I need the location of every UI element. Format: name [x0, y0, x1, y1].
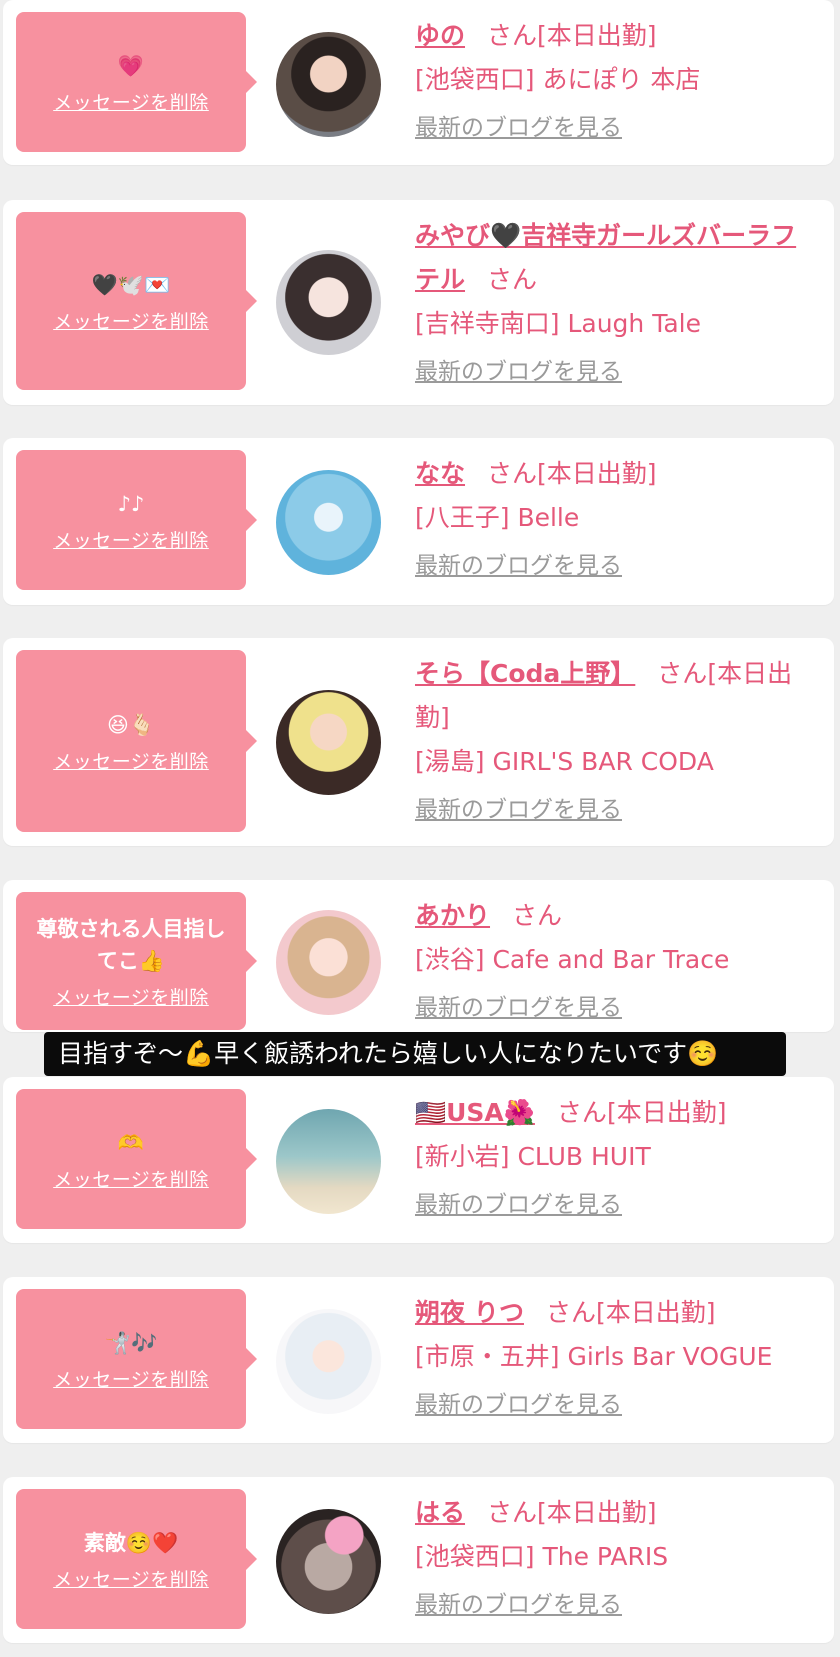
- avatar[interactable]: [276, 32, 381, 137]
- honorific: さん: [545, 1298, 596, 1327]
- delete-message-link[interactable]: メッセージを削除: [53, 747, 209, 774]
- store-label: [八王子] Belle: [415, 503, 580, 532]
- cast-name-link[interactable]: そら【Coda上野】: [415, 659, 635, 688]
- delete-message-link[interactable]: メッセージを削除: [53, 88, 209, 115]
- message-text: 尊敬される人目指してこ👍: [36, 916, 226, 973]
- message-text: ♪♪: [117, 491, 145, 516]
- message-bubble: 素敵☺️❤️ メッセージを削除: [16, 1489, 257, 1629]
- avatar[interactable]: [276, 910, 381, 1015]
- on-duty-badge: [本日出勤]: [595, 1298, 716, 1327]
- delete-message-link[interactable]: メッセージを削除: [53, 526, 209, 553]
- message-bubble: 尊敬される人目指してこ👍 メッセージを削除: [16, 892, 257, 1030]
- cast-name-link[interactable]: なな: [415, 459, 465, 488]
- avatar[interactable]: [276, 1309, 381, 1414]
- cast-name-link[interactable]: 朔夜 りつ: [415, 1298, 524, 1327]
- cast-info: みやび🖤吉祥寺ガールズバーラフテル さん [吉祥寺南口] Laugh Tale 最…: [415, 214, 816, 394]
- avatar[interactable]: [276, 250, 381, 355]
- message-text: 🫶: [117, 1130, 145, 1155]
- message-card: 😆🫰🏻 メッセージを削除 そら【Coda上野】 さん[本日出勤] [湯島] GIR…: [3, 638, 834, 846]
- store-label: [池袋西口] The PARIS: [415, 1542, 669, 1571]
- store-label: [新小岩] CLUB HUIT: [415, 1142, 651, 1171]
- cast-info: 🇺🇸USA🌺 さん[本日出勤] [新小岩] CLUB HUIT 最新のブログを見る: [415, 1091, 816, 1227]
- message-text: 😆🫰🏻: [106, 712, 156, 737]
- honorific: さん: [487, 21, 538, 50]
- delete-message-link[interactable]: メッセージを削除: [53, 307, 209, 334]
- latest-blog-link[interactable]: 最新のブログを見る: [415, 350, 622, 394]
- delete-message-link[interactable]: メッセージを削除: [53, 1365, 209, 1392]
- message-bubble: 💗 メッセージを削除: [16, 12, 257, 152]
- message-bubble: 🫶 メッセージを削除: [16, 1089, 257, 1229]
- message-card: 尊敬される人目指してこ👍 メッセージを削除 あかり さん [渋谷] Cafe an…: [3, 880, 834, 1032]
- delete-message-link[interactable]: メッセージを削除: [53, 1565, 209, 1592]
- message-card: 🤺🎶 メッセージを削除 朔夜 りつ さん[本日出勤] [市原・五井] Girls …: [3, 1277, 834, 1443]
- cast-name-link[interactable]: 🇺🇸USA🌺: [415, 1098, 535, 1127]
- avatar[interactable]: [276, 470, 381, 575]
- message-text: 🤺🎶: [104, 1330, 158, 1355]
- message-card: 🖤🕊️💌 メッセージを削除 みやび🖤吉祥寺ガールズバーラフテル さん [吉祥寺南口…: [3, 200, 834, 405]
- latest-blog-link[interactable]: 最新のブログを見る: [415, 544, 622, 588]
- store-label: [湯島] GIRL'S BAR CODA: [415, 747, 714, 776]
- cast-name-link[interactable]: ゆの: [415, 21, 465, 50]
- message-card: 素敵☺️❤️ メッセージを削除 はる さん[本日出勤] [池袋西口] The PA…: [3, 1477, 834, 1643]
- store-label: [渋谷] Cafe and Bar Trace: [415, 945, 730, 974]
- honorific: さん: [512, 901, 563, 930]
- cast-info: はる さん[本日出勤] [池袋西口] The PARIS 最新のブログを見る: [415, 1491, 816, 1627]
- store-label: [吉祥寺南口] Laugh Tale: [415, 309, 701, 338]
- cast-info: そら【Coda上野】 さん[本日出勤] [湯島] GIRL'S BAR CODA …: [415, 652, 816, 832]
- message-text: 🖤🕊️💌: [91, 272, 171, 297]
- cast-info: ゆの さん[本日出勤] [池袋西口] あにぽり 本店 最新のブログを見る: [415, 14, 816, 150]
- latest-blog-link[interactable]: 最新のブログを見る: [415, 106, 622, 150]
- latest-blog-link[interactable]: 最新のブログを見る: [415, 788, 622, 832]
- message-bubble: ♪♪ メッセージを削除: [16, 450, 257, 590]
- honorific: さん: [657, 659, 708, 688]
- cast-name-link[interactable]: みやび🖤吉祥寺ガールズバーラフテル: [415, 221, 796, 294]
- latest-blog-link[interactable]: 最新のブログを見る: [415, 1383, 622, 1427]
- honorific: さん: [487, 1498, 538, 1527]
- avatar[interactable]: [276, 1509, 381, 1614]
- cast-info: なな さん[本日出勤] [八王子] Belle 最新のブログを見る: [415, 452, 816, 588]
- honorific: さん: [556, 1098, 607, 1127]
- avatar[interactable]: [276, 1109, 381, 1214]
- store-label: [市原・五井] Girls Bar VOGUE: [415, 1342, 773, 1371]
- cast-name-link[interactable]: あかり: [415, 901, 490, 930]
- message-bubble: 😆🫰🏻 メッセージを削除: [16, 650, 257, 832]
- on-duty-badge: [本日出勤]: [537, 1498, 657, 1527]
- latest-blog-link[interactable]: 最新のブログを見る: [415, 1183, 622, 1227]
- cast-info: あかり さん [渋谷] Cafe and Bar Trace 最新のブログを見る: [415, 894, 816, 1030]
- message-text: 素敵☺️❤️: [83, 1530, 179, 1555]
- delete-message-link[interactable]: メッセージを削除: [53, 983, 209, 1010]
- cast-info: 朔夜 りつ さん[本日出勤] [市原・五井] Girls Bar VOGUE 最新…: [415, 1291, 816, 1427]
- on-duty-badge: [本日出勤]: [537, 459, 657, 488]
- latest-blog-link[interactable]: 最新のブログを見る: [415, 1583, 622, 1627]
- message-bubble: 🖤🕊️💌 メッセージを削除: [16, 212, 257, 390]
- message-card: ♪♪ メッセージを削除 なな さん[本日出勤] [八王子] Belle 最新のブロ…: [3, 438, 834, 605]
- message-card: 🫶 メッセージを削除 🇺🇸USA🌺 さん[本日出勤] [新小岩] CLUB HUI…: [3, 1077, 834, 1243]
- avatar[interactable]: [276, 690, 381, 795]
- cast-name-link[interactable]: はる: [415, 1498, 465, 1527]
- delete-message-link[interactable]: メッセージを削除: [53, 1165, 209, 1192]
- video-caption: 目指すぞ〜💪早く飯誘われたら嬉しい人になりたいです☺️: [44, 1032, 786, 1076]
- message-text: 💗: [117, 53, 145, 78]
- store-label: [池袋西口] あにぽり 本店: [415, 65, 701, 94]
- message-bubble: 🤺🎶 メッセージを削除: [16, 1289, 257, 1429]
- honorific: さん: [487, 459, 538, 488]
- latest-blog-link[interactable]: 最新のブログを見る: [415, 986, 622, 1030]
- message-card: 💗 メッセージを削除 ゆの さん[本日出勤] [池袋西口] あにぽり 本店 最新の…: [3, 0, 834, 165]
- on-duty-badge: [本日出勤]: [606, 1098, 727, 1127]
- on-duty-badge: [本日出勤]: [537, 21, 657, 50]
- honorific: さん: [487, 265, 538, 294]
